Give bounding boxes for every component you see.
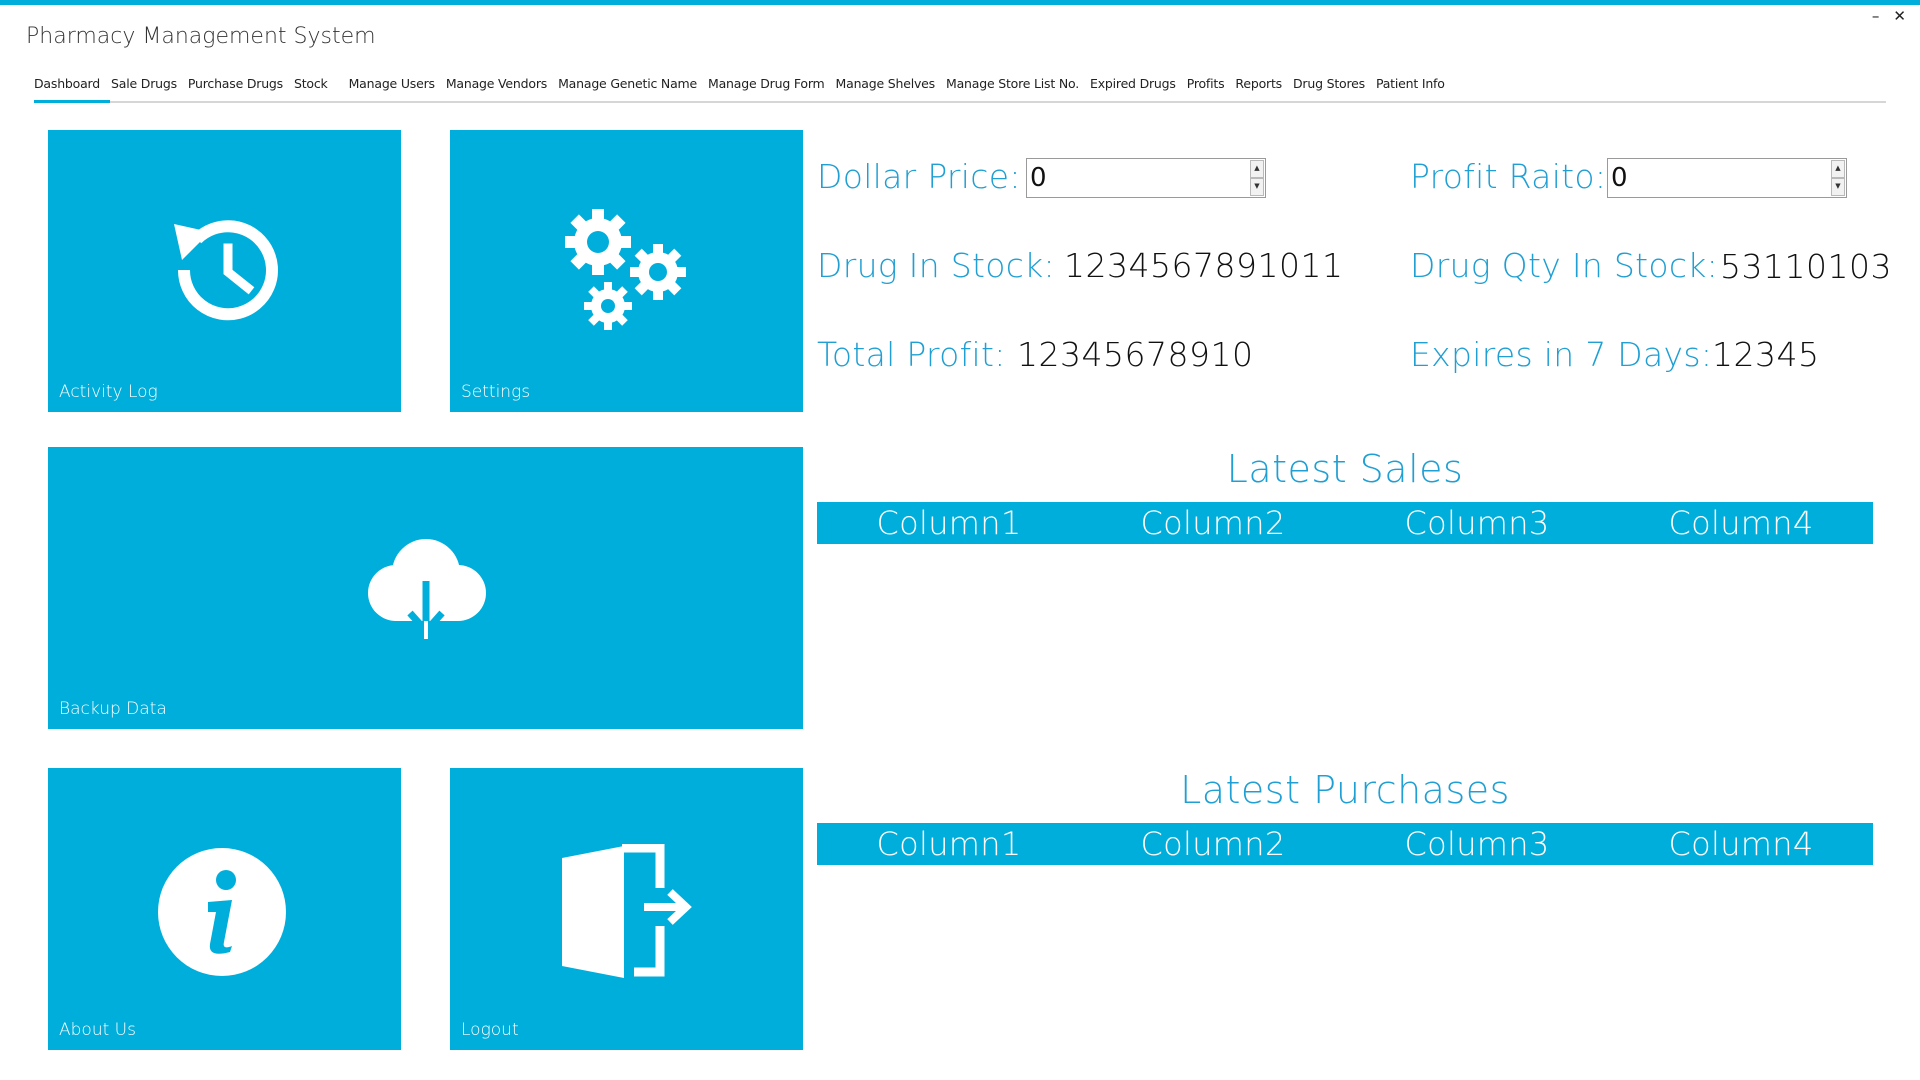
dollar-price-spin-buttons: ▲ ▼ <box>1250 160 1264 196</box>
menu-divider <box>34 101 1886 103</box>
dollar-price-input[interactable] <box>1028 160 1246 196</box>
history-icon <box>174 220 278 321</box>
total-profit-label: Total Profit: <box>817 335 1006 374</box>
profit-ratio-label: Profit Raito: <box>1410 157 1607 196</box>
expires-in-7-days-value: 12345 <box>1712 335 1820 374</box>
column-header[interactable]: Column4 <box>1609 502 1873 544</box>
profit-ratio-spin-buttons: ▲ ▼ <box>1831 160 1845 196</box>
menu-item-expired-drugs[interactable]: Expired Drugs <box>1090 74 1176 91</box>
latest-sales-grid-header: Column1 Column2 Column3 Column4 <box>817 502 1873 544</box>
latest-purchases-title: Latest Purchases <box>1180 768 1510 812</box>
total-profit-value: 12345678910 <box>1017 335 1254 374</box>
app-title: Pharmacy Management System <box>26 24 376 49</box>
minimize-button[interactable]: – <box>1872 8 1880 24</box>
profit-ratio-stepper[interactable]: ▲ ▼ <box>1607 158 1847 198</box>
window-controls: – ✕ <box>1872 8 1906 24</box>
menu-item-manage-drug-form[interactable]: Manage Drug Form <box>708 74 825 91</box>
decrement-button[interactable]: ▼ <box>1250 178 1264 196</box>
logout-tile[interactable]: Logout <box>450 768 803 1050</box>
drug-qty-in-stock-value: 53110103 <box>1720 247 1892 286</box>
about-us-tile[interactable]: About Us <box>48 768 401 1050</box>
gears-icon <box>565 209 686 330</box>
column-header[interactable]: Column2 <box>1081 502 1345 544</box>
dollar-price-label: Dollar Price: <box>817 157 1021 196</box>
drug-qty-in-stock-label: Drug Qty In Stock: <box>1410 246 1719 285</box>
exit-door-icon <box>562 844 692 978</box>
activity-log-label: Activity Log <box>59 382 158 402</box>
menu-item-reports[interactable]: Reports <box>1235 74 1282 91</box>
menu-item-sale-drugs[interactable]: Sale Drugs <box>111 74 177 91</box>
menu-item-manage-genetic-name[interactable]: Manage Genetic Name <box>558 74 697 91</box>
drug-in-stock-label: Drug In Stock: <box>817 246 1055 285</box>
menu-item-purchase-drugs[interactable]: Purchase Drugs <box>188 74 283 91</box>
profit-ratio-input[interactable] <box>1609 160 1827 196</box>
column-header[interactable]: Column2 <box>1081 823 1345 865</box>
column-header[interactable]: Column3 <box>1345 823 1609 865</box>
menu-item-manage-store-list[interactable]: Manage Store List No. <box>946 74 1079 91</box>
column-header[interactable]: Column1 <box>817 502 1081 544</box>
increment-button[interactable]: ▲ <box>1250 160 1264 178</box>
column-header[interactable]: Column3 <box>1345 502 1609 544</box>
menu-item-dashboard[interactable]: Dashboard <box>34 74 100 91</box>
info-icon <box>158 848 286 976</box>
main-menu: Dashboard Sale Drugs Purchase Drugs Stoc… <box>34 74 1456 104</box>
menu-item-manage-shelves[interactable]: Manage Shelves <box>836 74 936 91</box>
window-top-accent <box>0 0 1920 5</box>
logout-label: Logout <box>461 1020 519 1040</box>
backup-data-label: Backup Data <box>59 699 167 719</box>
cloud-download-icon <box>368 539 486 639</box>
settings-tile[interactable]: Settings <box>450 130 803 412</box>
menu-item-profits[interactable]: Profits <box>1187 74 1225 91</box>
settings-label: Settings <box>461 382 531 402</box>
close-button[interactable]: ✕ <box>1893 8 1906 24</box>
dollar-price-stepper[interactable]: ▲ ▼ <box>1026 158 1266 198</box>
menu-item-manage-vendors[interactable]: Manage Vendors <box>446 74 547 91</box>
about-us-label: About Us <box>59 1020 136 1040</box>
menu-item-drug-stores[interactable]: Drug Stores <box>1293 74 1365 91</box>
drug-in-stock-value: 1234567891011 <box>1064 246 1344 285</box>
menu-item-manage-users[interactable]: Manage Users <box>349 74 435 91</box>
latest-purchases-grid-header: Column1 Column2 Column3 Column4 <box>817 823 1873 865</box>
increment-button[interactable]: ▲ <box>1831 160 1845 178</box>
menu-item-stock[interactable]: Stock <box>294 74 328 91</box>
latest-sales-grid-body[interactable] <box>817 544 1873 724</box>
decrement-button[interactable]: ▼ <box>1831 178 1845 196</box>
backup-data-tile[interactable]: Backup Data <box>48 447 803 729</box>
column-header[interactable]: Column1 <box>817 823 1081 865</box>
activity-log-tile[interactable]: Activity Log <box>48 130 401 412</box>
expires-in-7-days-label: Expires in 7 Days: <box>1410 335 1713 374</box>
column-header[interactable]: Column4 <box>1609 823 1873 865</box>
menu-active-indicator <box>34 100 110 103</box>
latest-purchases-grid-body[interactable] <box>817 865 1873 1045</box>
menu-item-patient-info[interactable]: Patient Info <box>1376 74 1445 91</box>
latest-sales-title: Latest Sales <box>1226 447 1464 491</box>
